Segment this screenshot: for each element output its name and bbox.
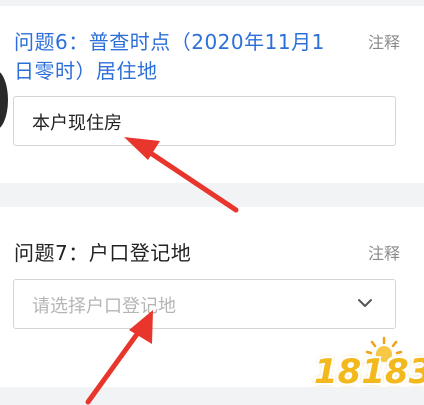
section-divider-top: [0, 0, 424, 6]
question6-title: 问题6：普查时点（2020年11月1日零时）居住地: [14, 30, 325, 83]
question6-note-link[interactable]: 注释: [368, 29, 400, 53]
watermark-logo: 18183: [314, 336, 424, 400]
watermark-text: 18183: [314, 352, 424, 392]
question7-placeholder: 请选择户口登记地: [32, 296, 176, 317]
question7-select[interactable]: 请选择户口登记地: [13, 279, 396, 329]
section-divider: [0, 183, 424, 207]
question6-answer-field[interactable]: 本户现住房: [13, 96, 396, 146]
floating-handle[interactable]: [0, 70, 8, 130]
question6-answer-value: 本户现住房: [32, 113, 122, 134]
question7-title: 问题7：户口登记地: [14, 241, 192, 265]
question7-note-link[interactable]: 注释: [368, 240, 400, 264]
chevron-down-icon[interactable]: [357, 297, 373, 309]
